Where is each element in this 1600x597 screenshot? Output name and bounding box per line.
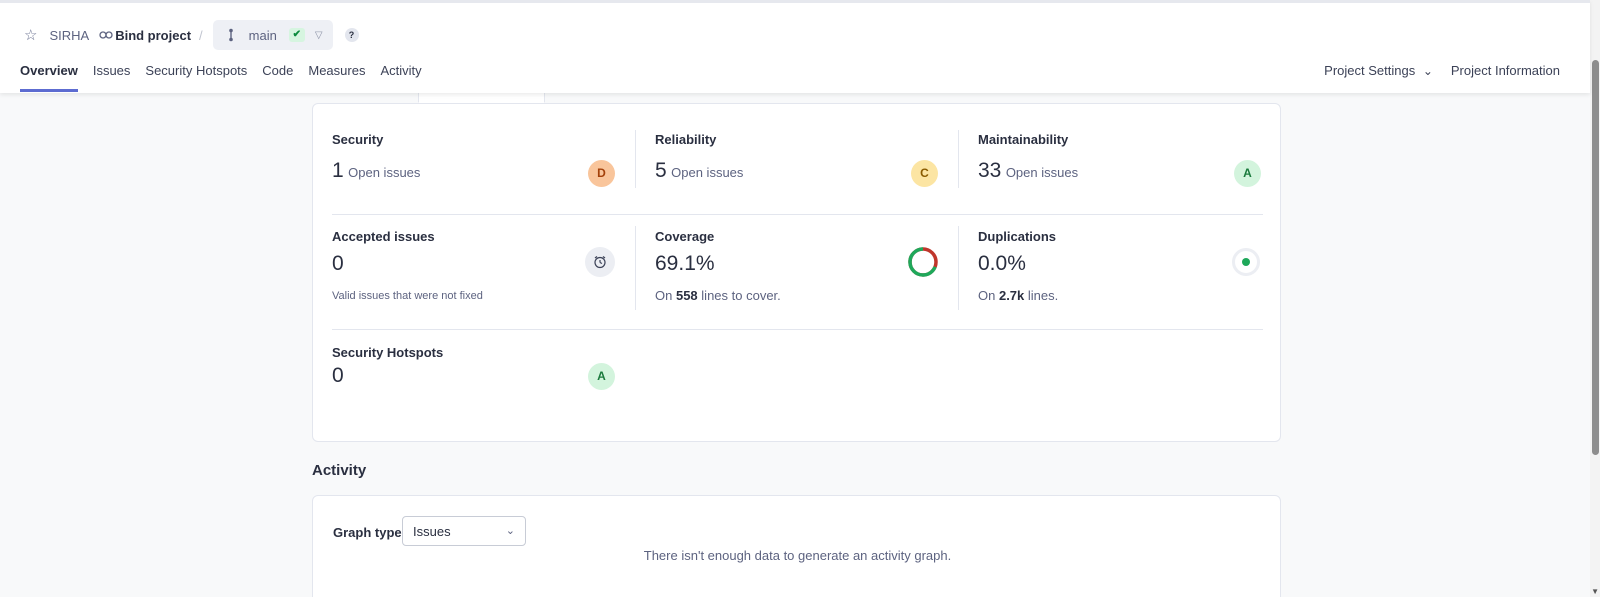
security-rating-badge[interactable]: D xyxy=(588,160,615,187)
maintainability-suffix: Open issues xyxy=(1005,165,1079,180)
duplications-value[interactable]: 0.0% xyxy=(978,252,1058,276)
alarm-clock-icon xyxy=(585,247,615,277)
project-settings-label: Project Settings xyxy=(1324,63,1416,78)
link-icon xyxy=(99,31,113,39)
maintainability-title: Maintainability xyxy=(978,132,1069,147)
reliability-count[interactable]: 5 xyxy=(655,159,667,182)
activity-section-title: Activity xyxy=(312,462,367,479)
chevron-down-icon: ⌄ xyxy=(505,525,515,537)
maintainability-count[interactable]: 33 xyxy=(978,159,1001,182)
duplications-lines[interactable]: 2.7k xyxy=(999,288,1024,303)
tab-code[interactable]: Code xyxy=(262,63,293,92)
coverage-note-post: lines to cover. xyxy=(701,288,781,303)
divider xyxy=(332,329,1263,330)
bind-project-label: Bind project xyxy=(115,27,192,43)
maintainability-cell[interactable]: Maintainability 33 Open issues xyxy=(978,132,1078,183)
coverage-lines[interactable]: 558 xyxy=(676,288,698,303)
security-title: Security xyxy=(332,132,384,147)
duplications-note-post: lines. xyxy=(1027,288,1059,303)
divider xyxy=(958,130,959,188)
project-nav: Overview Issues Security Hotspots Code M… xyxy=(20,63,437,92)
divider xyxy=(635,130,636,188)
check-icon: ✔ xyxy=(288,28,305,42)
graph-type-select[interactable]: Issues ⌄ xyxy=(402,516,526,546)
activity-empty-message: There isn't enough data to generate an a… xyxy=(643,548,952,563)
security-hotspots-cell[interactable]: Security Hotspots 0 xyxy=(332,345,443,388)
coverage-note-pre: On xyxy=(655,288,673,303)
measures-card: Security 1 Open issues D Reliability 5 O… xyxy=(312,103,1281,442)
reliability-title: Reliability xyxy=(655,132,717,147)
security-hotspots-title: Security Hotspots xyxy=(332,345,444,360)
reliability-rating-badge[interactable]: C xyxy=(911,160,938,187)
reliability-suffix: Open issues xyxy=(671,165,744,180)
security-hotspots-rating-badge[interactable]: A xyxy=(588,363,615,390)
duplications-title: Duplications xyxy=(978,229,1057,244)
bind-project-link[interactable]: Bind project xyxy=(99,28,191,43)
duplications-note: On 2.7k lines. xyxy=(978,288,1058,303)
coverage-value[interactable]: 69.1% xyxy=(655,252,781,276)
star-icon[interactable]: ☆ xyxy=(24,26,37,44)
maintainability-rating-badge[interactable]: A xyxy=(1234,160,1261,187)
divider xyxy=(958,226,959,310)
tab-activity[interactable]: Activity xyxy=(380,63,421,92)
help-icon[interactable]: ? xyxy=(344,28,359,42)
security-cell[interactable]: Security 1 Open issues xyxy=(332,132,420,183)
page-scrollbar[interactable]: ▼ xyxy=(1590,0,1600,597)
chevron-down-icon: ⌄ xyxy=(1422,64,1433,78)
breadcrumb-separator: / xyxy=(199,27,203,43)
tab-security-hotspots[interactable]: Security Hotspots xyxy=(145,63,247,92)
accepted-issues-value[interactable]: 0 xyxy=(332,252,483,276)
graph-type-value: Issues xyxy=(413,524,451,539)
coverage-cell[interactable]: Coverage 69.1% On 558 lines to cover. xyxy=(655,229,781,303)
reliability-cell[interactable]: Reliability 5 Open issues xyxy=(655,132,743,183)
divider xyxy=(332,214,1263,215)
tab-issues[interactable]: Issues xyxy=(93,63,131,92)
coverage-note: On 558 lines to cover. xyxy=(655,288,781,303)
branch-icon xyxy=(228,28,233,42)
branch-selector[interactable]: main ✔ ▽ xyxy=(212,20,333,50)
branch-name: main xyxy=(248,27,277,43)
project-information-link[interactable]: Project Information xyxy=(1451,63,1560,78)
activity-card: Graph type Issues ⌄ There isn't enough d… xyxy=(312,495,1281,597)
divider xyxy=(635,226,636,310)
security-hotspots-value[interactable]: 0 xyxy=(332,364,443,388)
tab-overview[interactable]: Overview xyxy=(20,63,78,92)
chevron-down-icon: ▽ xyxy=(314,29,323,41)
scrollbar-thumb[interactable] xyxy=(1592,60,1599,455)
project-name-link[interactable]: SIRHA xyxy=(49,28,89,43)
accepted-issues-title: Accepted issues xyxy=(332,229,435,244)
project-nav-right: Project Settings ⌄ Project Information xyxy=(1288,63,1560,78)
accepted-issues-note: Valid issues that were not fixed xyxy=(332,290,483,302)
graph-type-label: Graph type xyxy=(333,525,402,540)
tab-measures[interactable]: Measures xyxy=(308,63,365,92)
coverage-donut-chart xyxy=(908,247,938,277)
security-suffix: Open issues xyxy=(348,165,421,180)
project-settings-menu[interactable]: Project Settings ⌄ xyxy=(1306,63,1433,78)
accepted-issues-cell[interactable]: Accepted issues 0 Valid issues that were… xyxy=(332,229,483,302)
scroll-down-arrow-icon[interactable]: ▼ xyxy=(1591,587,1599,596)
tab-connector xyxy=(418,93,545,103)
duplications-note-pre: On xyxy=(978,288,996,303)
coverage-title: Coverage xyxy=(655,229,715,244)
breadcrumb: ☆ SIRHA Bind project / main ✔ ▽ ? xyxy=(24,20,359,50)
duplications-cell[interactable]: Duplications 0.0% On 2.7k lines. xyxy=(978,229,1058,303)
security-count[interactable]: 1 xyxy=(332,159,344,182)
project-header: ☆ SIRHA Bind project / main ✔ ▽ ? Overvi… xyxy=(0,0,1590,93)
duplications-indicator xyxy=(1232,248,1260,276)
